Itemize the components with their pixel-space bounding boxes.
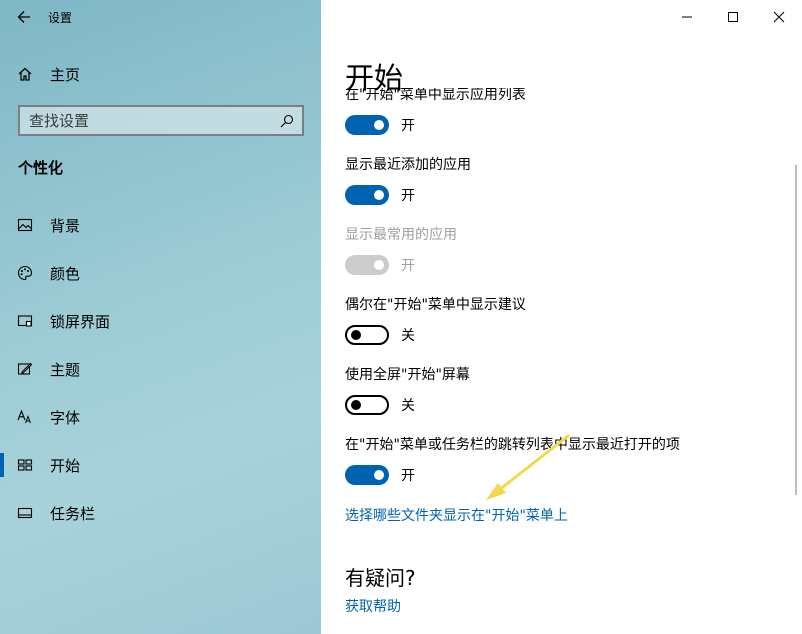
window-controls xyxy=(664,0,802,34)
setting-label: 显示最常用的应用 xyxy=(345,227,457,243)
theme-icon xyxy=(0,361,50,377)
toggle-knob xyxy=(374,470,384,480)
home-icon xyxy=(0,66,50,82)
setting-show-recently-added: 显示最近添加的应用 开 xyxy=(345,155,785,205)
setting-label: 偶尔在"开始"菜单中显示建议 xyxy=(345,297,526,313)
toggle-state: 关 xyxy=(401,398,415,414)
close-icon xyxy=(773,11,785,23)
sidebar-item-start[interactable]: 开始 xyxy=(0,441,321,489)
sidebar-item-taskbar[interactable]: 任务栏 xyxy=(0,489,321,537)
scrollbar[interactable] xyxy=(795,165,797,495)
back-arrow-icon xyxy=(17,11,30,23)
sidebar-item-fonts[interactable]: 字体 xyxy=(0,393,321,441)
sidebar-item-label: 任务栏 xyxy=(50,504,96,523)
choose-folders-link[interactable]: 选择哪些文件夹显示在"开始"菜单上 xyxy=(345,505,568,525)
setting-label: 使用全屏"开始"屏幕 xyxy=(345,367,470,383)
toggle-row: 开 xyxy=(345,185,785,205)
sidebar-item-themes[interactable]: 主题 xyxy=(0,345,321,393)
sidebar-item-label: 背景 xyxy=(50,216,81,235)
image-icon xyxy=(0,217,50,233)
sidebar: 设置 主页 个性化 背景 颜色 锁屏界面 xyxy=(0,0,321,634)
lock-screen-icon xyxy=(0,313,50,329)
setting-show-most-used: 显示最常用的应用 开 xyxy=(345,225,785,275)
search-input[interactable] xyxy=(29,111,259,130)
toggle-switch[interactable] xyxy=(345,395,389,415)
get-help-link[interactable]: 获取帮助 xyxy=(345,596,401,616)
toggle-switch[interactable] xyxy=(345,325,389,345)
toggle-switch xyxy=(345,255,389,275)
sidebar-item-label: 开始 xyxy=(50,456,81,475)
font-icon xyxy=(0,409,50,425)
toggle-knob xyxy=(374,120,384,130)
minimize-button[interactable] xyxy=(664,0,710,34)
toggle-state: 关 xyxy=(401,328,415,344)
search-box[interactable] xyxy=(18,105,304,136)
sidebar-item-home[interactable]: 主页 xyxy=(0,57,321,91)
setting-full-screen-start: 使用全屏"开始"屏幕 关 xyxy=(345,365,785,415)
sidebar-item-label: 主页 xyxy=(50,65,81,84)
toggle-knob xyxy=(351,400,361,410)
toggle-switch[interactable] xyxy=(345,185,389,205)
toggle-state: 开 xyxy=(401,188,415,204)
palette-icon xyxy=(0,265,50,281)
start-icon xyxy=(0,457,50,473)
back-button[interactable] xyxy=(0,0,48,34)
content-pane: 开始 在"开始"菜单中显示应用列表 开 显示最近添加的应用 开 显示最常用的应用… xyxy=(321,0,802,634)
maximize-icon xyxy=(728,12,738,22)
toggle-state: 开 xyxy=(401,468,415,484)
sidebar-item-label: 主题 xyxy=(50,360,81,379)
toggle-row: 关 xyxy=(345,325,785,345)
toggle-row: 开 xyxy=(345,465,785,485)
toggle-state: 开 xyxy=(401,258,415,274)
setting-label: 显示最近添加的应用 xyxy=(345,157,471,173)
sidebar-item-colors[interactable]: 颜色 xyxy=(0,249,321,297)
toggle-row: 开 xyxy=(345,115,785,135)
minimize-icon xyxy=(682,16,692,18)
sidebar-item-label: 锁屏界面 xyxy=(50,312,111,331)
maximize-button[interactable] xyxy=(710,0,756,34)
search-icon xyxy=(280,114,294,127)
title-bar: 设置 xyxy=(0,0,321,34)
sidebar-item-background[interactable]: 背景 xyxy=(0,201,321,249)
setting-recent-items-jump-list: 在"开始"菜单或任务栏的跳转列表中显示最近打开的项 开 xyxy=(345,435,785,485)
toggle-knob xyxy=(351,330,361,340)
app-title: 设置 xyxy=(48,10,73,25)
setting-label: 在"开始"菜单或任务栏的跳转列表中显示最近打开的项 xyxy=(345,437,680,453)
section-heading: 个性化 xyxy=(18,159,64,177)
toggle-knob xyxy=(374,190,384,200)
setting-label: 在"开始"菜单中显示应用列表 xyxy=(345,88,526,103)
toggle-switch[interactable] xyxy=(345,115,389,135)
setting-show-suggestions: 偶尔在"开始"菜单中显示建议 关 xyxy=(345,295,785,345)
toggle-row: 开 xyxy=(345,255,785,275)
taskbar-icon xyxy=(0,505,50,521)
sidebar-item-label: 字体 xyxy=(50,408,81,427)
toggle-row: 关 xyxy=(345,395,785,415)
help-heading: 有疑问? xyxy=(345,566,416,590)
sidebar-item-lock-screen[interactable]: 锁屏界面 xyxy=(0,297,321,345)
sidebar-item-label: 颜色 xyxy=(50,264,81,283)
setting-show-app-list: 在"开始"菜单中显示应用列表 开 xyxy=(345,88,785,135)
sidebar-nav: 背景 颜色 锁屏界面 主题 字体 开始 任务栏 xyxy=(0,201,321,537)
toggle-switch[interactable] xyxy=(345,465,389,485)
toggle-state: 开 xyxy=(401,118,415,134)
close-button[interactable] xyxy=(756,0,802,34)
toggle-knob xyxy=(374,260,384,270)
settings-scroll-area: 在"开始"菜单中显示应用列表 开 显示最近添加的应用 开 显示最常用的应用 开 … xyxy=(345,88,785,634)
